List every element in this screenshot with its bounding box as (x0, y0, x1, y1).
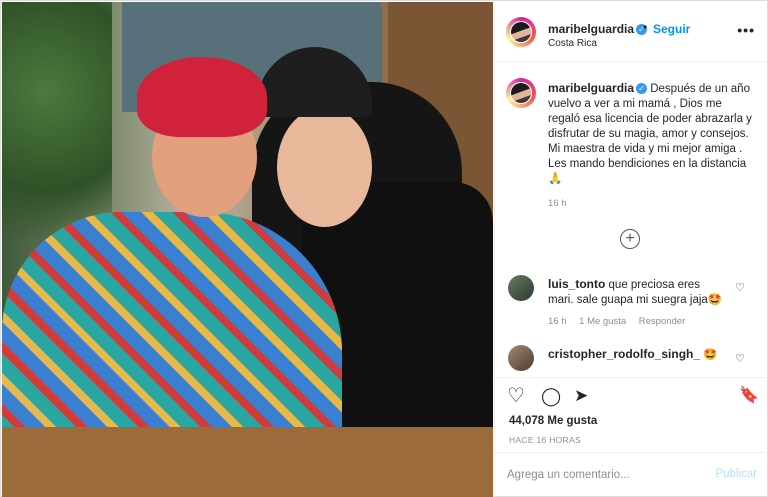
like-count[interactable]: 44,078 Me gusta (509, 415, 597, 427)
comment-like-heart-icon[interactable]: ♡ (735, 352, 745, 365)
comment-input[interactable] (507, 465, 702, 485)
comment-item: luis_tonto que preciosa eres mari. sale … (548, 277, 728, 308)
post-location[interactable]: Costa Rica (548, 38, 597, 49)
post-side-panel: maribelguardia ✓ • Seguir Costa Rica ••• … (494, 2, 768, 497)
load-more-comments-icon[interactable]: + (620, 229, 640, 249)
comment-username[interactable]: luis_tonto (548, 277, 605, 291)
post-photo[interactable] (2, 2, 493, 497)
follow-button[interactable]: Seguir (653, 22, 690, 36)
photo-red-beret (137, 57, 267, 137)
instagram-post-modal: maribelguardia ✓ • Seguir Costa Rica ••• … (0, 0, 768, 497)
commenter-avatar[interactable] (508, 275, 534, 301)
caption-username[interactable]: maribelguardia ✓ (548, 81, 648, 95)
caption-timestamp[interactable]: 16 h (548, 198, 567, 209)
comments-area[interactable]: maribelguardia ✓ Después de un año vuelvo… (495, 62, 768, 377)
caption-author-avatar[interactable] (506, 78, 536, 108)
commenter-avatar[interactable] (508, 345, 534, 371)
comment-bubble-icon[interactable]: ◯ (541, 386, 561, 406)
post-header: maribelguardia ✓ • Seguir Costa Rica ••• (495, 2, 768, 62)
caption: maribelguardia ✓ Después de un año vuelvo… (548, 81, 753, 187)
add-comment-bar: Publicar (495, 452, 768, 497)
separator-dot: • (643, 20, 648, 34)
comment-username[interactable]: cristopher_rodolfo_singh_ (548, 347, 700, 361)
comment-item: cristopher_rodolfo_singh_ 🤩 (548, 347, 728, 363)
comment-meta: 16 h 1 Me gusta Responder (548, 316, 695, 327)
like-heart-icon[interactable]: ♡ (507, 386, 525, 406)
verified-icon: ✓ (636, 83, 648, 95)
photo-table (2, 427, 493, 497)
photo-woman-right-face (277, 107, 372, 227)
post-age[interactable]: HACE 16 HORAS (509, 435, 581, 445)
comment-time[interactable]: 16 h (548, 316, 567, 327)
comment-text: 🤩 (703, 349, 718, 361)
comment-reply-button[interactable]: Responder (639, 316, 685, 327)
comment-like-heart-icon[interactable]: ♡ (735, 281, 745, 294)
publish-button[interactable]: Publicar (715, 468, 757, 480)
author-username[interactable]: maribelguardia ✓ (548, 22, 648, 36)
share-plane-icon[interactable]: ➤ (574, 386, 588, 406)
caption-text: Después de un año vuelvo a ver a mi mamá… (548, 83, 752, 185)
save-bookmark-icon[interactable]: 🔖 (739, 386, 759, 406)
post-actions: ♡ ◯ ➤ 🔖 44,078 Me gusta HACE 16 HORAS (495, 377, 768, 452)
author-avatar[interactable] (506, 17, 536, 47)
more-options-icon[interactable]: ••• (737, 22, 755, 38)
comment-likes[interactable]: 1 Me gusta (579, 316, 626, 327)
